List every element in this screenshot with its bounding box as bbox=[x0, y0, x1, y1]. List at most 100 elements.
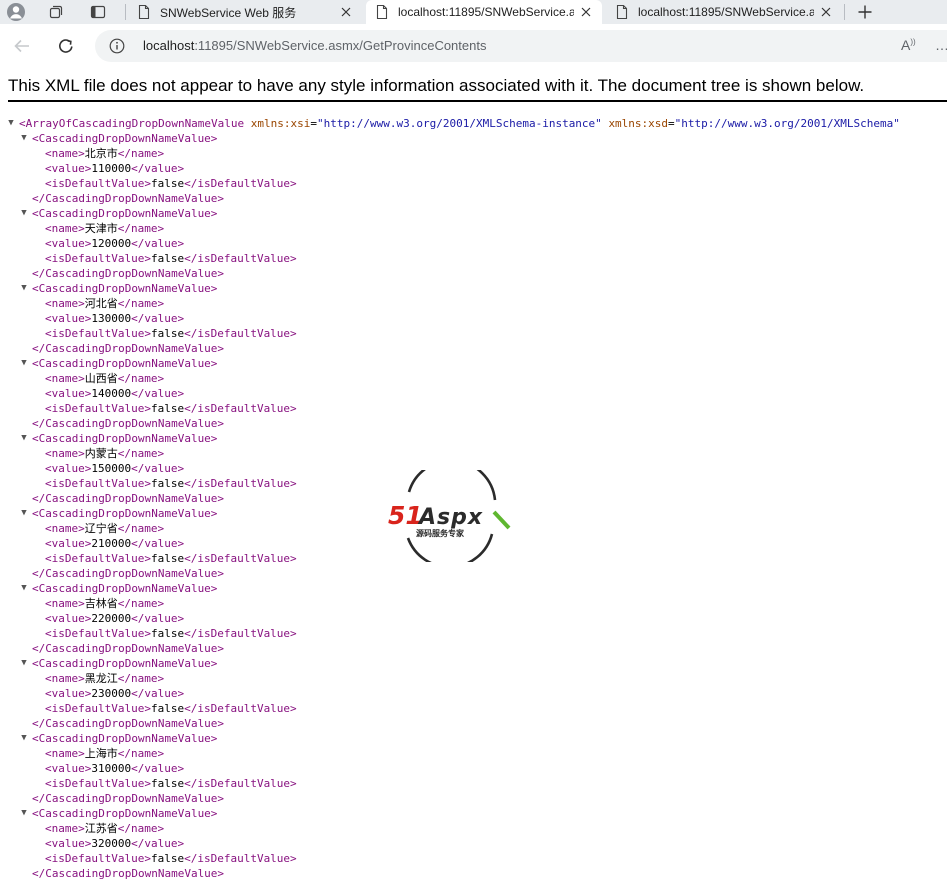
plus-icon bbox=[858, 5, 872, 19]
value-text: 130000 bbox=[91, 312, 132, 325]
tab-localhost-3[interactable]: localhost:11895/SNWebService.asmx bbox=[606, 0, 842, 24]
tab-sn-web-service[interactable]: SNWebService Web 服务 bbox=[128, 0, 362, 24]
name-text: 上海市 bbox=[84, 747, 118, 760]
default-close-tag: </isDefaultValue> bbox=[184, 777, 297, 790]
default-open-tag: <isDefaultValue> bbox=[45, 627, 151, 640]
page-icon bbox=[138, 4, 150, 20]
collapse-toggle-icon[interactable]: ▼ bbox=[19, 356, 29, 371]
watermark-brand-51: 51 bbox=[388, 501, 423, 530]
default-open-tag: <isDefaultValue> bbox=[45, 477, 151, 490]
item-close-tag: </CascadingDropDownNameValue> bbox=[32, 867, 225, 880]
default-text: false bbox=[150, 327, 185, 340]
default-text: false bbox=[150, 477, 185, 490]
name-open-tag: <name> bbox=[45, 522, 85, 535]
item-open-tag: <CascadingDropDownNameValue> bbox=[32, 657, 218, 670]
value-open-tag: <value> bbox=[45, 312, 92, 325]
xml-style-notice: This XML file does not appear to have an… bbox=[8, 76, 865, 95]
item-open-tag: <CascadingDropDownNameValue> bbox=[32, 807, 218, 820]
tab-close-button[interactable] bbox=[338, 4, 354, 20]
collapse-toggle-icon[interactable]: ▼ bbox=[6, 116, 16, 131]
default-text: false bbox=[150, 627, 185, 640]
default-text: false bbox=[150, 177, 185, 190]
collapse-toggle-icon[interactable]: ▼ bbox=[19, 581, 29, 596]
item-open-tag: <CascadingDropDownNameValue> bbox=[32, 582, 218, 595]
watermark-logo: 51 Aspx 源码服务专家 bbox=[388, 470, 511, 562]
close-icon bbox=[581, 7, 591, 17]
name-close-tag: </name> bbox=[117, 372, 165, 385]
tab-close-button[interactable] bbox=[818, 4, 834, 20]
name-close-tag: </name> bbox=[117, 447, 165, 460]
collapse-toggle-icon[interactable]: ▼ bbox=[19, 281, 29, 296]
item-close-tag: </CascadingDropDownNameValue> bbox=[32, 792, 225, 805]
default-close-tag: </isDefaultValue> bbox=[184, 252, 297, 265]
url-text[interactable]: localhost:11895/SNWebService.asmx/GetPro… bbox=[143, 38, 486, 53]
name-close-tag: </name> bbox=[117, 147, 165, 160]
value-close-tag: </value> bbox=[131, 237, 185, 250]
name-close-tag: </name> bbox=[117, 672, 165, 685]
name-close-tag: </name> bbox=[117, 222, 165, 235]
back-button[interactable] bbox=[8, 32, 36, 60]
value-close-tag: </value> bbox=[131, 462, 185, 475]
collapse-toggle-icon[interactable]: ▼ bbox=[19, 206, 29, 221]
tab-get-province-contents[interactable]: localhost:11895/SNWebService.asmx bbox=[366, 0, 602, 24]
page-icon bbox=[616, 4, 628, 20]
value-close-tag: </value> bbox=[131, 162, 185, 175]
value-text: 210000 bbox=[91, 537, 132, 550]
back-arrow-icon bbox=[14, 39, 29, 53]
default-close-tag: </isDefaultValue> bbox=[184, 702, 297, 715]
collapse-toggle-icon[interactable]: ▼ bbox=[19, 431, 29, 446]
default-text: false bbox=[150, 252, 185, 265]
default-open-tag: <isDefaultValue> bbox=[45, 252, 151, 265]
tab-title: SNWebService Web 服务 bbox=[160, 5, 297, 20]
name-open-tag: <name> bbox=[45, 222, 85, 235]
watermark-x-accent bbox=[492, 510, 511, 530]
name-open-tag: <name> bbox=[45, 672, 85, 685]
name-close-tag: </name> bbox=[117, 297, 165, 310]
collapse-toggle-icon[interactable]: ▼ bbox=[19, 506, 29, 521]
collapse-toggle-icon[interactable]: ▼ bbox=[19, 806, 29, 821]
default-text: false bbox=[150, 852, 185, 865]
read-aloud-button[interactable]: A)) bbox=[901, 37, 916, 53]
name-text: 辽宁省 bbox=[84, 522, 118, 535]
refresh-icon bbox=[59, 39, 73, 53]
name-close-tag: </name> bbox=[117, 747, 165, 760]
default-text: false bbox=[150, 702, 185, 715]
site-info-icon[interactable] bbox=[109, 38, 125, 54]
tab-actions-button[interactable] bbox=[84, 0, 112, 24]
name-close-tag: </name> bbox=[117, 822, 165, 835]
tab-close-button[interactable] bbox=[578, 4, 594, 20]
item-open-tag: <CascadingDropDownNameValue> bbox=[32, 357, 218, 370]
value-text: 310000 bbox=[91, 762, 132, 775]
item-open-tag: <CascadingDropDownNameValue> bbox=[32, 432, 218, 445]
default-close-tag: </isDefaultValue> bbox=[184, 177, 297, 190]
name-close-tag: </name> bbox=[117, 597, 165, 610]
item-open-tag: <CascadingDropDownNameValue> bbox=[32, 732, 218, 745]
page-icon bbox=[376, 4, 388, 20]
value-close-tag: </value> bbox=[131, 762, 185, 775]
watermark-tagline: 源码服务专家 bbox=[416, 528, 465, 538]
value-text: 110000 bbox=[91, 162, 132, 175]
value-text: 320000 bbox=[91, 837, 132, 850]
default-close-tag: </isDefaultValue> bbox=[184, 477, 297, 490]
collapse-toggle-icon[interactable]: ▼ bbox=[19, 656, 29, 671]
url-host: localhost bbox=[143, 38, 195, 53]
address-bar[interactable]: localhost:11895/SNWebService.asmx/GetPro… bbox=[95, 30, 947, 62]
root-attr-value: "http://www.w3.org/2001/XMLSchema-instan… bbox=[317, 117, 602, 130]
default-text: false bbox=[150, 402, 185, 415]
value-close-tag: </value> bbox=[131, 612, 185, 625]
workspaces-button[interactable] bbox=[42, 0, 70, 24]
collapse-toggle-icon[interactable]: ▼ bbox=[19, 731, 29, 746]
name-open-tag: <name> bbox=[45, 597, 85, 610]
notice-divider bbox=[8, 100, 947, 102]
value-open-tag: <value> bbox=[45, 837, 92, 850]
name-open-tag: <name> bbox=[45, 447, 85, 460]
collapse-toggle-icon[interactable]: ▼ bbox=[19, 131, 29, 146]
profile-button[interactable] bbox=[2, 0, 30, 24]
name-text: 吉林省 bbox=[84, 597, 118, 610]
item-close-tag: </CascadingDropDownNameValue> bbox=[32, 642, 225, 655]
item-open-tag: <CascadingDropDownNameValue> bbox=[32, 132, 218, 145]
value-close-tag: </value> bbox=[131, 687, 185, 700]
new-tab-button[interactable] bbox=[852, 0, 878, 24]
toolbar-overflow[interactable]: … bbox=[935, 37, 947, 53]
refresh-button[interactable] bbox=[52, 32, 80, 60]
